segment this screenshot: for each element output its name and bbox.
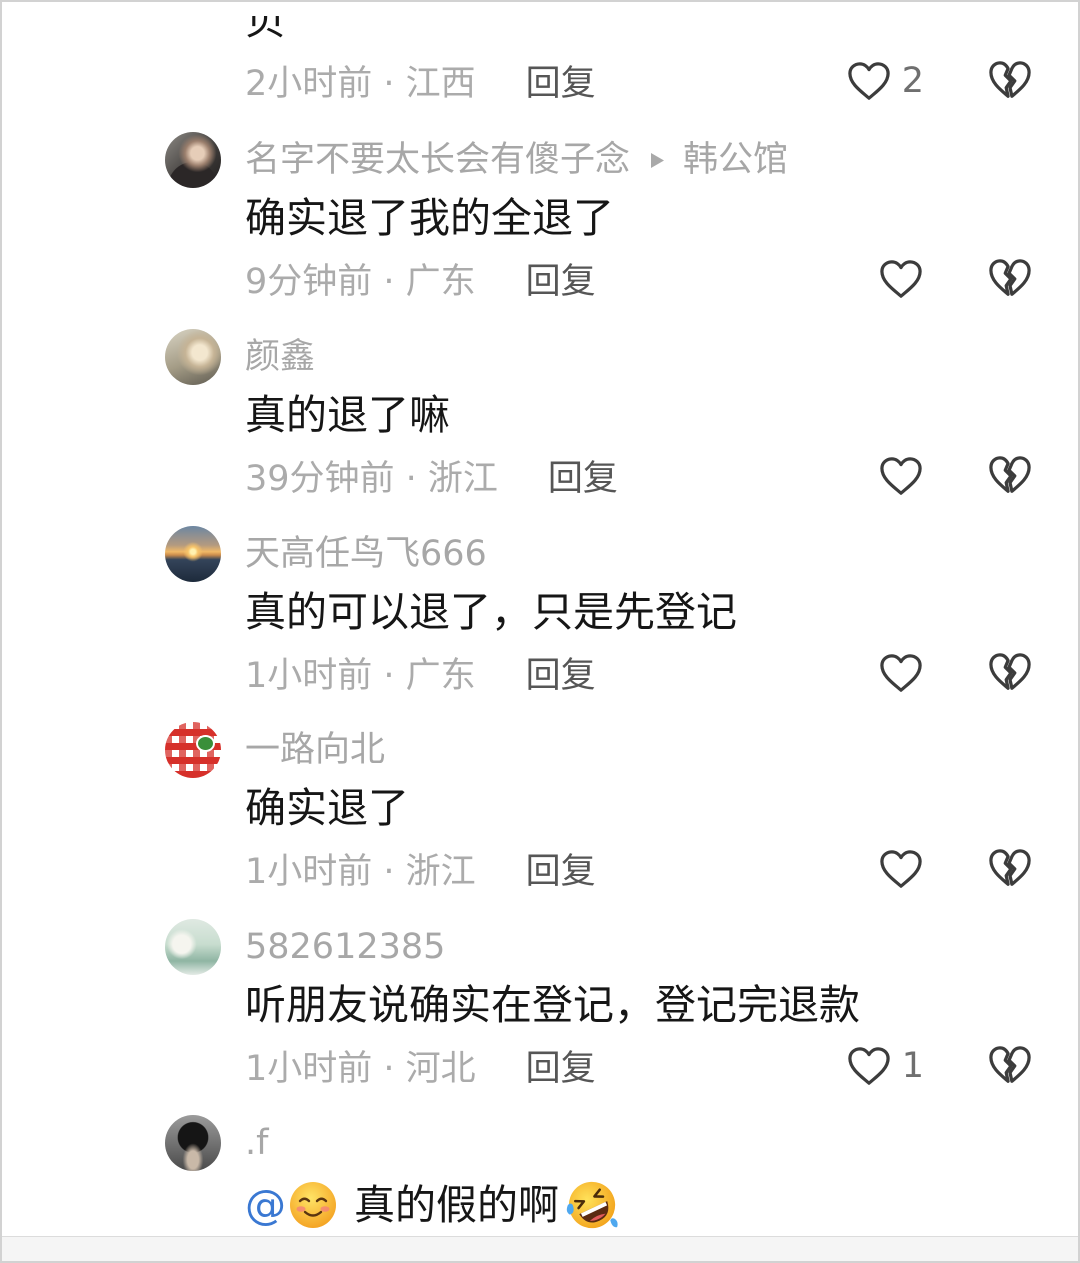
comment-meta-row: 1小时前 · 广东 回复 (245, 648, 596, 696)
username[interactable]: 天高任鸟飞666 (245, 532, 487, 576)
like-button[interactable]: 2 (846, 59, 924, 103)
comment-time-location: 1小时前 · 广东 (245, 655, 476, 696)
smiling-face-emoji (290, 1182, 336, 1228)
comment-list: 贝 2小时前 · 江西 回复 2 名字不要太长会有傻子念 韩公馆 确实退了我的全… (0, 0, 1080, 1263)
avatar[interactable] (165, 722, 221, 778)
like-button[interactable] (878, 651, 924, 695)
comment-header: 582612385 (245, 925, 445, 969)
dislike-button[interactable] (987, 454, 1033, 496)
reply-button[interactable]: 回复 (526, 843, 596, 894)
dislike-button[interactable] (987, 59, 1033, 101)
comment-text[interactable]: 听朋友说确实在登记，登记完退款 (245, 981, 860, 1029)
avatar[interactable] (165, 132, 221, 188)
dislike-button[interactable] (987, 257, 1033, 299)
broken-heart-icon[interactable] (987, 454, 1033, 496)
mention-marker[interactable]: @ (245, 1179, 286, 1231)
like-button[interactable] (878, 257, 924, 301)
comment-text[interactable]: 真的退了嘛 (245, 391, 450, 439)
reply-to-username[interactable]: 韩公馆 (683, 138, 788, 182)
comment-meta-row: 39分钟前 · 浙江 回复 (245, 451, 618, 499)
comment-item: 名字不要太长会有傻子念 韩公馆 确实退了我的全退了 9分钟前 · 广东 回复 (0, 130, 1080, 326)
comment-header: 颜鑫 (245, 335, 315, 379)
reply-button[interactable]: 回复 (526, 253, 596, 304)
comment-item: 天高任鸟飞666 真的可以退了，只是先登记 1小时前 · 广东 回复 (0, 524, 1080, 720)
comment-meta-row: 1小时前 · 河北 回复 (245, 1041, 596, 1089)
comment-time-location: 9分钟前 · 广东 (245, 261, 476, 302)
broken-heart-icon[interactable] (987, 1044, 1033, 1086)
comment-text-row[interactable]: @ 真的假的啊 (245, 1179, 621, 1231)
heart-outline-icon[interactable] (846, 1045, 892, 1087)
comment-text[interactable]: 真的可以退了，只是先登记 (245, 588, 737, 636)
username[interactable]: 颜鑫 (245, 335, 315, 379)
comment-text[interactable]: 贝 (245, 16, 286, 44)
comment-header: 天高任鸟飞666 (245, 532, 487, 576)
comment-text[interactable]: 真的假的啊 (354, 1179, 559, 1231)
avatar[interactable] (165, 1115, 221, 1171)
like-button[interactable] (878, 847, 924, 891)
comment-meta-row: 2小时前 · 江西 回复 (245, 56, 596, 104)
comment-meta-row: 1小时前 · 浙江 回复 (245, 844, 596, 892)
username[interactable]: 名字不要太长会有傻子念 (245, 138, 630, 182)
heart-outline-icon[interactable] (878, 848, 924, 890)
comment-header: .f (245, 1121, 268, 1165)
dislike-button[interactable] (987, 1044, 1033, 1086)
comment-time-location: 1小时前 · 浙江 (245, 851, 476, 892)
dislike-button[interactable] (987, 847, 1033, 889)
comment-meta-row: 9分钟前 · 广东 回复 (245, 254, 596, 302)
comment-time-location: 1小时前 · 河北 (245, 1048, 476, 1089)
comment-time-location: 2小时前 · 江西 (245, 63, 476, 104)
reply-button[interactable]: 回复 (526, 55, 596, 106)
broken-heart-icon[interactable] (987, 651, 1033, 693)
heart-outline-icon[interactable] (878, 652, 924, 694)
heart-outline-icon[interactable] (846, 60, 892, 102)
broken-heart-icon[interactable] (987, 257, 1033, 299)
username[interactable]: .f (245, 1121, 268, 1165)
like-count: 2 (901, 61, 924, 101)
avatar[interactable] (165, 919, 221, 975)
like-button[interactable]: 1 (846, 1044, 924, 1088)
heart-outline-icon[interactable] (878, 455, 924, 497)
play-triangle-icon (651, 152, 665, 168)
reply-button[interactable]: 回复 (548, 450, 618, 501)
comment-item: 颜鑫 真的退了嘛 39分钟前 · 浙江 回复 (0, 327, 1080, 523)
like-button[interactable] (878, 454, 924, 498)
like-count: 1 (901, 1046, 924, 1086)
comment-header: 名字不要太长会有傻子念 韩公馆 (245, 138, 788, 182)
comment-item: 一路向北 确实退了 1小时前 · 浙江 回复 (0, 720, 1080, 916)
reply-button[interactable]: 回复 (526, 647, 596, 698)
broken-heart-icon[interactable] (987, 59, 1033, 101)
comment-text[interactable]: 确实退了我的全退了 (245, 194, 614, 242)
reply-button[interactable]: 回复 (526, 1040, 596, 1091)
comment-time-location: 39分钟前 · 浙江 (245, 458, 498, 499)
comment-item: 582612385 听朋友说确实在登记，登记完退款 1小时前 · 河北 回复 1 (0, 917, 1080, 1113)
username[interactable]: 一路向北 (245, 728, 385, 772)
bottom-divider (0, 1236, 1080, 1263)
username[interactable]: 582612385 (245, 925, 445, 969)
comment-item-partial: 贝 2小时前 · 江西 回复 2 (0, 0, 1080, 128)
broken-heart-icon[interactable] (987, 847, 1033, 889)
avatar[interactable] (165, 526, 221, 582)
rolling-on-the-floor-laughing-emoji (566, 1181, 618, 1229)
comment-text[interactable]: 确实退了 (245, 784, 409, 832)
avatar[interactable] (165, 329, 221, 385)
dislike-button[interactable] (987, 651, 1033, 693)
comment-header: 一路向北 (245, 728, 385, 772)
comment-text-clip[interactable]: 贝 (245, 16, 286, 46)
heart-outline-icon[interactable] (878, 258, 924, 300)
